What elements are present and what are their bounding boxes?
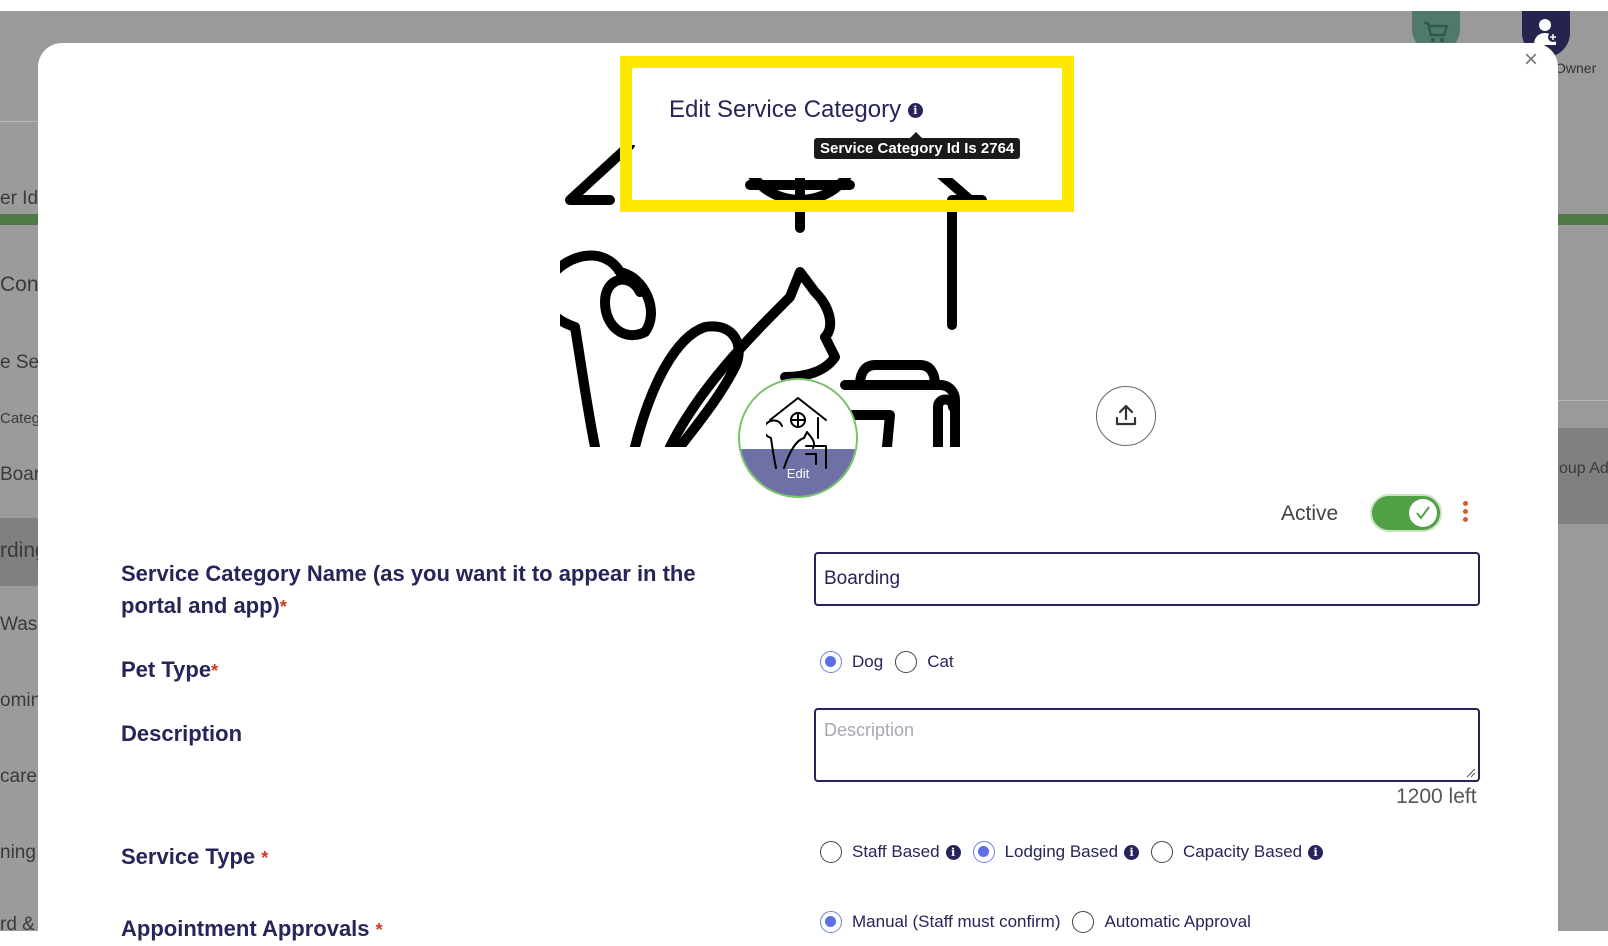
service-type-radio-group: Staff Based i Lodging Based i Capacity Bas… [820,841,1335,863]
name-label-text: Service Category Name (as you want it to… [121,561,696,618]
background-text: Boar [0,464,41,485]
background-text: oup Ad [1559,460,1608,477]
description-placeholder: Description [824,720,915,740]
upload-icon [1115,404,1137,426]
top-strip [0,0,1608,11]
background-text: care [0,766,37,787]
close-button[interactable]: × [1524,48,1538,72]
background-text: rd & [0,914,35,935]
active-toggle[interactable] [1370,494,1442,532]
divider [1558,400,1608,401]
radio-label: Lodging Based [1004,842,1119,861]
description-label: Description [121,721,243,746]
radio-dog[interactable]: Dog [820,651,883,673]
pet-house-thumbnail-icon [766,397,827,469]
name-label: Service Category Name (as you want it to… [121,558,761,623]
required-mark: * [211,661,219,681]
required-mark: * [261,848,269,868]
radio-capacity-based[interactable]: Capacity Based i [1151,841,1324,863]
pet-type-label-text: Pet Type [121,657,212,682]
radio-staff-based[interactable]: Staff Based i [820,841,961,863]
radio-lodging-based[interactable]: Lodging Based i [972,841,1140,863]
info-icon[interactable]: i [907,103,923,119]
divider [0,121,38,122]
check-icon [1416,506,1430,520]
category-id-tooltip: Service Category Id Is 2764 [814,132,1021,159]
radio-button[interactable] [820,841,842,863]
radio-automatic-approval[interactable]: Automatic Approval [1072,911,1251,933]
approvals-radio-group: Manual (Staff must confirm) Automatic Ap… [820,911,1263,933]
modal-title-text: Edit Service Category [669,96,902,123]
radio-label: Capacity Based [1183,842,1303,861]
owner-label: Owner [1555,60,1597,76]
name-input[interactable] [814,552,1480,606]
radio-manual-approval[interactable]: Manual (Staff must confirm) [820,911,1060,933]
background-text: omin [0,690,42,711]
radio-cat[interactable]: Cat [895,651,954,673]
info-icon[interactable]: i [1124,844,1140,860]
cart-icon [1424,21,1449,42]
edit-label: Edit [786,466,810,481]
background-green-bar-right [1558,214,1608,225]
background-text: ning [0,842,36,863]
category-image-edit-button[interactable]: Edit [738,378,858,498]
radio-label: Manual (Staff must confirm) [852,912,1061,931]
more-options-icon[interactable] [1463,501,1469,525]
info-icon[interactable]: i [1308,844,1324,860]
required-mark: * [279,597,287,617]
info-icon[interactable]: i [945,844,961,860]
pet-type-label: Pet Type* [121,654,218,687]
approvals-label-text: Appointment Approvals [121,916,370,941]
radio-button[interactable] [1151,841,1174,863]
pet-type-radio-group: Dog Cat [820,651,966,673]
radio-label: Dog [852,652,884,671]
service-type-label: Service Type * [121,841,268,874]
radio-label: Cat [927,652,954,671]
radio-button[interactable] [1072,911,1095,933]
appointment-approvals-label: Appointment Approvals * [121,913,383,946]
radio-button[interactable] [820,911,842,933]
toggle-knob [1409,499,1437,527]
description-textarea[interactable]: Description [814,708,1480,782]
radio-label: Staff Based [852,842,940,861]
background-text: er Id [0,188,39,209]
background-text: Categ [0,410,41,427]
radio-label: Automatic Approval [1104,912,1251,931]
service-type-label-text: Service Type [121,844,256,869]
background-green-bar-left [0,214,38,225]
radio-button[interactable] [820,651,842,673]
description-character-counter: 1200 left [1396,785,1477,808]
active-label: Active [1281,502,1339,525]
required-mark: * [375,920,383,940]
modal-title: Edit Service Category i [669,96,923,124]
radio-button[interactable] [895,651,918,673]
resize-handle-icon[interactable] [1466,768,1476,778]
highlight-box-inner [642,78,1050,178]
radio-button[interactable] [972,841,995,863]
upload-button[interactable] [1096,386,1156,446]
background-text: Con [0,273,39,296]
